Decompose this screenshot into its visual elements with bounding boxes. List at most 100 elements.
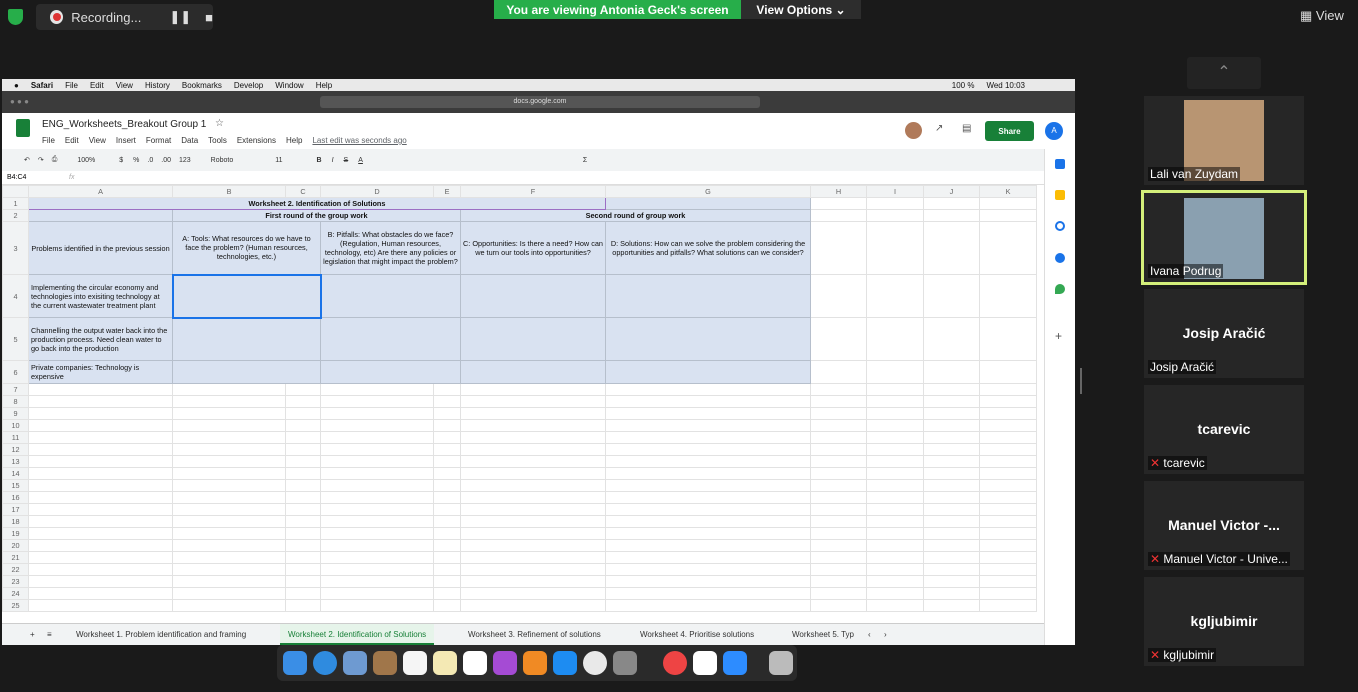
add-sheet-button[interactable]: + <box>30 624 35 645</box>
url-bar[interactable]: docs.google.com <box>320 96 760 108</box>
bold-button[interactable]: B <box>317 157 322 164</box>
cell[interactable] <box>320 360 461 384</box>
user-avatar[interactable] <box>905 122 922 139</box>
zoom-icon[interactable] <box>723 651 747 675</box>
podcasts-icon[interactable] <box>493 651 517 675</box>
add-addon-icon[interactable]: + <box>1055 329 1062 343</box>
row-header[interactable]: 15 <box>2 479 29 492</box>
slack-icon[interactable] <box>693 651 717 675</box>
doc-title[interactable]: ENG_Worksheets_Breakout Group 1 <box>42 119 206 130</box>
italic-button[interactable]: I <box>332 157 334 164</box>
sheet-title-cell[interactable]: Worksheet 2. Identification of Solutions <box>28 197 606 210</box>
all-sheets-button[interactable]: ≡ <box>47 624 52 645</box>
comments-icon[interactable]: ▤ <box>962 123 971 134</box>
row-header[interactable]: 3 <box>2 221 29 275</box>
cell[interactable] <box>320 317 461 361</box>
doc-menu-file[interactable]: File <box>42 136 55 145</box>
decrease-decimal-button[interactable]: .0 <box>147 157 153 164</box>
col-header-i[interactable]: I <box>866 185 924 198</box>
row-header[interactable]: 14 <box>2 467 29 480</box>
percent-button[interactable]: % <box>133 157 139 164</box>
col-header-h[interactable]: H <box>810 185 867 198</box>
name-box[interactable]: B4:C4 <box>7 174 57 181</box>
stop-button[interactable]: ■ <box>205 10 213 25</box>
row-header[interactable]: 19 <box>2 527 29 540</box>
doc-menu-data[interactable]: Data <box>181 136 198 145</box>
spreadsheet-grid[interactable]: A B C D E F G H I J K 1 Worksheet 2. Ide… <box>2 185 1037 615</box>
row-header[interactable]: 11 <box>2 431 29 444</box>
increase-decimal-button[interactable]: .00 <box>161 157 171 164</box>
contacts-icon[interactable] <box>1055 253 1065 263</box>
last-edit-link[interactable]: Last edit was seconds ago <box>312 136 406 145</box>
col-header-b[interactable]: B <box>172 185 286 198</box>
row-header[interactable]: 23 <box>2 575 29 588</box>
format-select[interactable]: 123 <box>179 157 191 164</box>
notes-icon[interactable] <box>373 651 397 675</box>
strikethrough-button[interactable]: S <box>344 157 349 164</box>
col-header-k[interactable]: K <box>979 185 1037 198</box>
row-header[interactable]: 20 <box>2 539 29 552</box>
sheets-logo-icon[interactable] <box>16 119 30 137</box>
trash-icon[interactable] <box>769 651 793 675</box>
window-controls[interactable]: ● ● ● <box>10 98 44 106</box>
cell[interactable] <box>460 317 606 361</box>
row-header[interactable]: 24 <box>2 587 29 600</box>
shield-icon[interactable] <box>8 9 23 25</box>
header-pitfalls[interactable]: B: Pitfalls: What obstacles do we face? … <box>320 221 461 275</box>
star-icon[interactable]: ☆ <box>215 118 224 129</box>
menu-file[interactable]: File <box>65 81 78 90</box>
maps-icon[interactable] <box>1055 284 1065 294</box>
view-options-button[interactable]: View Options ⌄ <box>741 0 861 19</box>
finder-icon[interactable] <box>283 651 307 675</box>
col-header-f[interactable]: F <box>460 185 606 198</box>
menu-edit[interactable]: Edit <box>90 81 104 90</box>
participant-tile[interactable]: Lali van Zuydam <box>1144 96 1304 185</box>
safari-icon[interactable] <box>313 651 337 675</box>
view-button[interactable]: ▦ View <box>1300 8 1344 24</box>
print-icon[interactable]: ⎙ <box>52 156 58 164</box>
row-header[interactable]: 17 <box>2 503 29 516</box>
problem-cell[interactable]: Implementing the circular economy and te… <box>28 274 173 318</box>
font-select[interactable]: Roboto <box>211 157 234 164</box>
preview-icon[interactable] <box>343 651 367 675</box>
row-header[interactable]: 13 <box>2 455 29 468</box>
participant-tile[interactable]: Josip Aračić Josip Aračić <box>1144 289 1304 378</box>
apple-icon[interactable]: ● <box>14 81 19 90</box>
row-header[interactable]: 10 <box>2 419 29 432</box>
font-size-select[interactable]: 11 <box>275 157 282 164</box>
row-header[interactable]: 22 <box>2 563 29 576</box>
col-header-a[interactable]: A <box>28 185 173 198</box>
row-header[interactable]: 1 <box>2 197 29 210</box>
functions-icon[interactable]: Σ <box>583 157 587 164</box>
cell[interactable] <box>172 317 321 361</box>
text-color-button[interactable]: A <box>358 157 363 164</box>
doc-menu-help[interactable]: Help <box>286 136 302 145</box>
first-round-header[interactable]: First round of the group work <box>172 209 461 222</box>
participant-tile-active[interactable]: Ivana Podrug <box>1141 190 1307 285</box>
corner-cell[interactable] <box>2 185 29 198</box>
doc-menu-insert[interactable]: Insert <box>116 136 136 145</box>
col-header-j[interactable]: J <box>923 185 980 198</box>
doc-menu-extensions[interactable]: Extensions <box>237 136 276 145</box>
menu-view[interactable]: View <box>116 81 133 90</box>
cell[interactable] <box>605 317 811 361</box>
problem-cell[interactable]: Channelling the output water back into t… <box>28 317 173 361</box>
participant-tile[interactable]: tcarevic ✕ tcarevic <box>1144 385 1304 474</box>
selected-cell[interactable] <box>171 273 322 319</box>
second-round-header[interactable]: Second round of group work <box>460 209 811 222</box>
account-avatar[interactable]: A <box>1045 122 1063 140</box>
doc-menu-tools[interactable]: Tools <box>208 136 227 145</box>
problem-cell[interactable]: Private companies: Technology is expensi… <box>28 360 173 384</box>
calendar-icon[interactable] <box>403 651 427 675</box>
row-header[interactable]: 16 <box>2 491 29 504</box>
cell[interactable] <box>28 209 173 222</box>
redo-icon[interactable]: ↷ <box>38 156 44 164</box>
header-tools[interactable]: A: Tools: What resources do we have to f… <box>172 221 321 275</box>
header-problems[interactable]: Problems identified in the previous sess… <box>28 221 173 275</box>
tab-worksheet-5[interactable]: Worksheet 5. Typ <box>792 624 858 645</box>
cell[interactable] <box>605 274 811 318</box>
menu-help[interactable]: Help <box>316 81 332 90</box>
cell[interactable] <box>605 360 811 384</box>
calendar-icon[interactable] <box>1055 159 1065 169</box>
notepad-icon[interactable] <box>433 651 457 675</box>
